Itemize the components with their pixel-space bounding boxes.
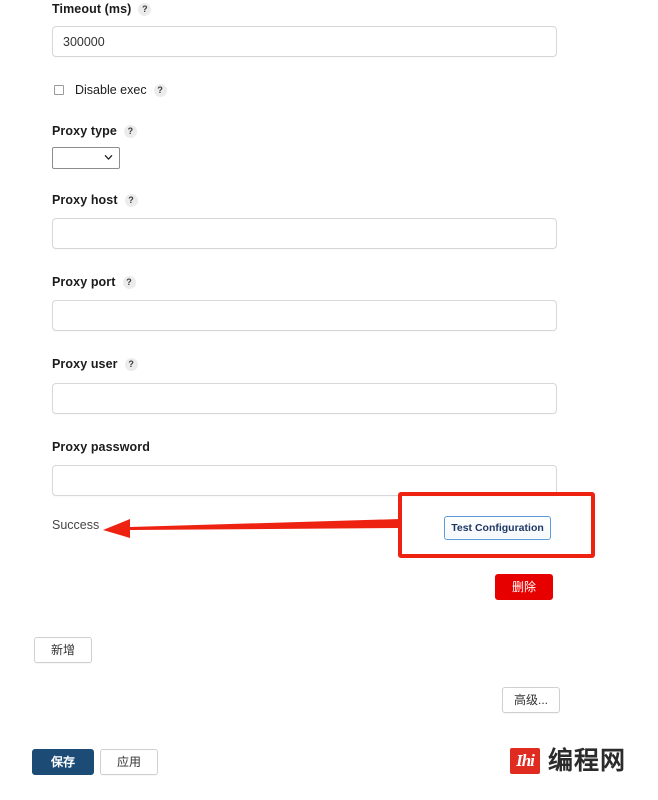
chevron-down-icon [104, 155, 113, 160]
label-timeout-text: Timeout (ms) [52, 2, 132, 16]
label-proxy-port-text: Proxy port [52, 275, 116, 289]
label-timeout: Timeout (ms)? [52, 2, 152, 16]
label-proxy-user-text: Proxy user [52, 357, 118, 371]
checkbox-row-disable-exec[interactable]: Disable exec ? [54, 83, 167, 97]
apply-button[interactable]: 应用 [100, 749, 158, 775]
help-icon-proxy-port[interactable]: ? [122, 276, 136, 289]
settings-form: Timeout (ms)? Disable exec ? Proxy type?… [0, 0, 658, 800]
annotation-arrow-icon [103, 519, 400, 538]
input-proxy-port[interactable] [52, 300, 557, 331]
checkbox-disable-exec[interactable] [54, 85, 64, 95]
input-proxy-password[interactable] [52, 465, 557, 496]
advanced-button[interactable]: 高级... [502, 687, 560, 713]
help-icon-disable-exec[interactable]: ? [153, 83, 167, 97]
help-icon-proxy-host[interactable]: ? [124, 194, 138, 207]
label-proxy-password: Proxy password [52, 440, 150, 454]
label-proxy-user: Proxy user? [52, 357, 138, 371]
test-configuration-button[interactable]: Test Configuration [444, 516, 551, 540]
delete-button[interactable]: 删除 [495, 574, 553, 600]
status-text: Success [52, 518, 100, 532]
watermark-text: 编程网 [548, 747, 627, 775]
select-proxy-type[interactable] [52, 147, 120, 169]
label-proxy-type-text: Proxy type [52, 124, 117, 138]
help-icon-proxy-user[interactable]: ? [124, 358, 138, 371]
input-proxy-host[interactable] [52, 218, 557, 249]
checkbox-label-disable-exec: Disable exec [75, 83, 147, 97]
save-button[interactable]: 保存 [32, 749, 94, 775]
label-proxy-host: Proxy host? [52, 193, 138, 207]
input-timeout[interactable] [52, 26, 557, 57]
label-proxy-type: Proxy type? [52, 124, 137, 138]
label-proxy-port: Proxy port? [52, 275, 136, 289]
watermark-mark: Ihi [510, 748, 540, 774]
add-button[interactable]: 新增 [34, 637, 92, 663]
label-proxy-host-text: Proxy host [52, 193, 118, 207]
help-icon-timeout[interactable]: ? [138, 3, 152, 16]
label-proxy-password-text: Proxy password [52, 440, 150, 454]
watermark-logo: Ihi 编程网 [510, 748, 626, 774]
help-icon-proxy-type[interactable]: ? [123, 125, 137, 138]
input-proxy-user[interactable] [52, 383, 557, 414]
